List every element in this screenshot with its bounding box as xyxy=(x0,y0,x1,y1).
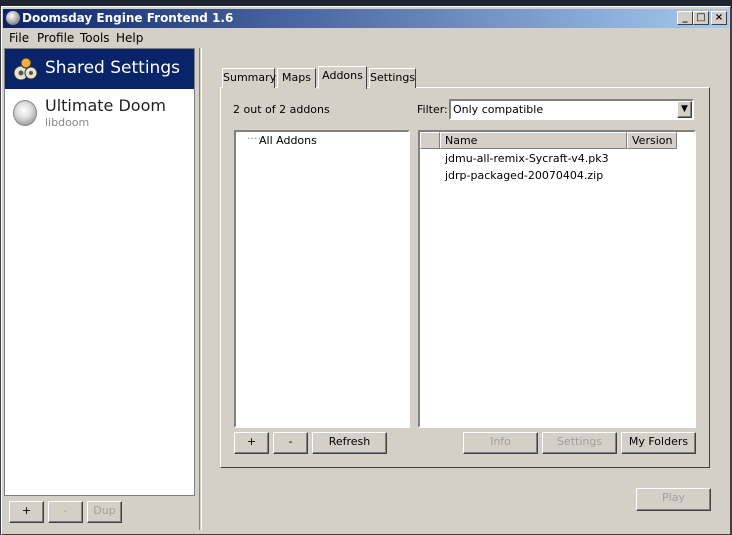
filter-label: Filter: xyxy=(417,103,448,116)
profile-label: Shared Settings xyxy=(45,58,180,78)
my-folders-button[interactable]: My Folders xyxy=(621,432,696,454)
minimize-button[interactable]: _ xyxy=(677,11,693,25)
tab-addons[interactable]: Addons xyxy=(318,66,367,89)
tab-summary[interactable]: Summary xyxy=(222,68,276,88)
list-item[interactable]: jdmu-all-remix-Sycraft-v4.pk3 xyxy=(445,152,609,165)
column-header-check[interactable] xyxy=(420,132,440,149)
filter-value: Only compatible xyxy=(453,103,544,116)
maximize-button[interactable]: □ xyxy=(693,11,709,25)
app-icon[interactable] xyxy=(6,11,20,25)
profile-game-id: libdoom xyxy=(45,116,90,129)
addon-settings-button[interactable]: Settings xyxy=(542,432,617,454)
panel-splitter[interactable] xyxy=(199,48,202,530)
menu-file[interactable]: File xyxy=(9,31,29,45)
close-button[interactable]: × xyxy=(711,11,727,25)
menu-bar: File Profile Tools Help xyxy=(3,29,729,47)
profile-item-ultimate-doom[interactable]: Ultimate Doom xyxy=(45,96,166,115)
duplicate-profile-button[interactable]: Dup xyxy=(87,501,122,523)
menu-tools[interactable]: Tools xyxy=(80,31,110,45)
addon-category-tree[interactable] xyxy=(234,130,410,428)
remove-profile-button[interactable]: - xyxy=(48,501,83,523)
addon-count-label: 2 out of 2 addons xyxy=(233,103,330,116)
column-header-version[interactable]: Version xyxy=(627,132,677,149)
chevron-down-icon[interactable]: ▼ xyxy=(677,101,692,118)
list-item[interactable]: jdrp-packaged-20070404.zip xyxy=(445,169,603,182)
play-button[interactable]: Play xyxy=(636,488,711,511)
info-button[interactable]: Info xyxy=(463,432,538,454)
gears-icon xyxy=(13,57,38,81)
tree-item-all-addons[interactable]: All Addons xyxy=(259,134,317,147)
column-header-name[interactable]: Name xyxy=(440,132,627,149)
window-title: Doomsday Engine Frontend 1.6 xyxy=(22,11,234,25)
tab-maps[interactable]: Maps xyxy=(277,68,316,88)
title-bar[interactable]: Doomsday Engine Frontend 1.6 xyxy=(3,9,729,28)
add-profile-button[interactable]: + xyxy=(9,501,44,523)
menu-help[interactable]: Help xyxy=(116,31,143,45)
tab-settings[interactable]: Settings xyxy=(369,68,416,88)
add-addon-button[interactable]: + xyxy=(234,432,269,454)
refresh-button[interactable]: Refresh xyxy=(312,432,387,454)
remove-addon-button[interactable]: - xyxy=(273,432,308,454)
menu-profile[interactable]: Profile xyxy=(37,31,74,45)
doom-game-icon xyxy=(13,100,37,126)
